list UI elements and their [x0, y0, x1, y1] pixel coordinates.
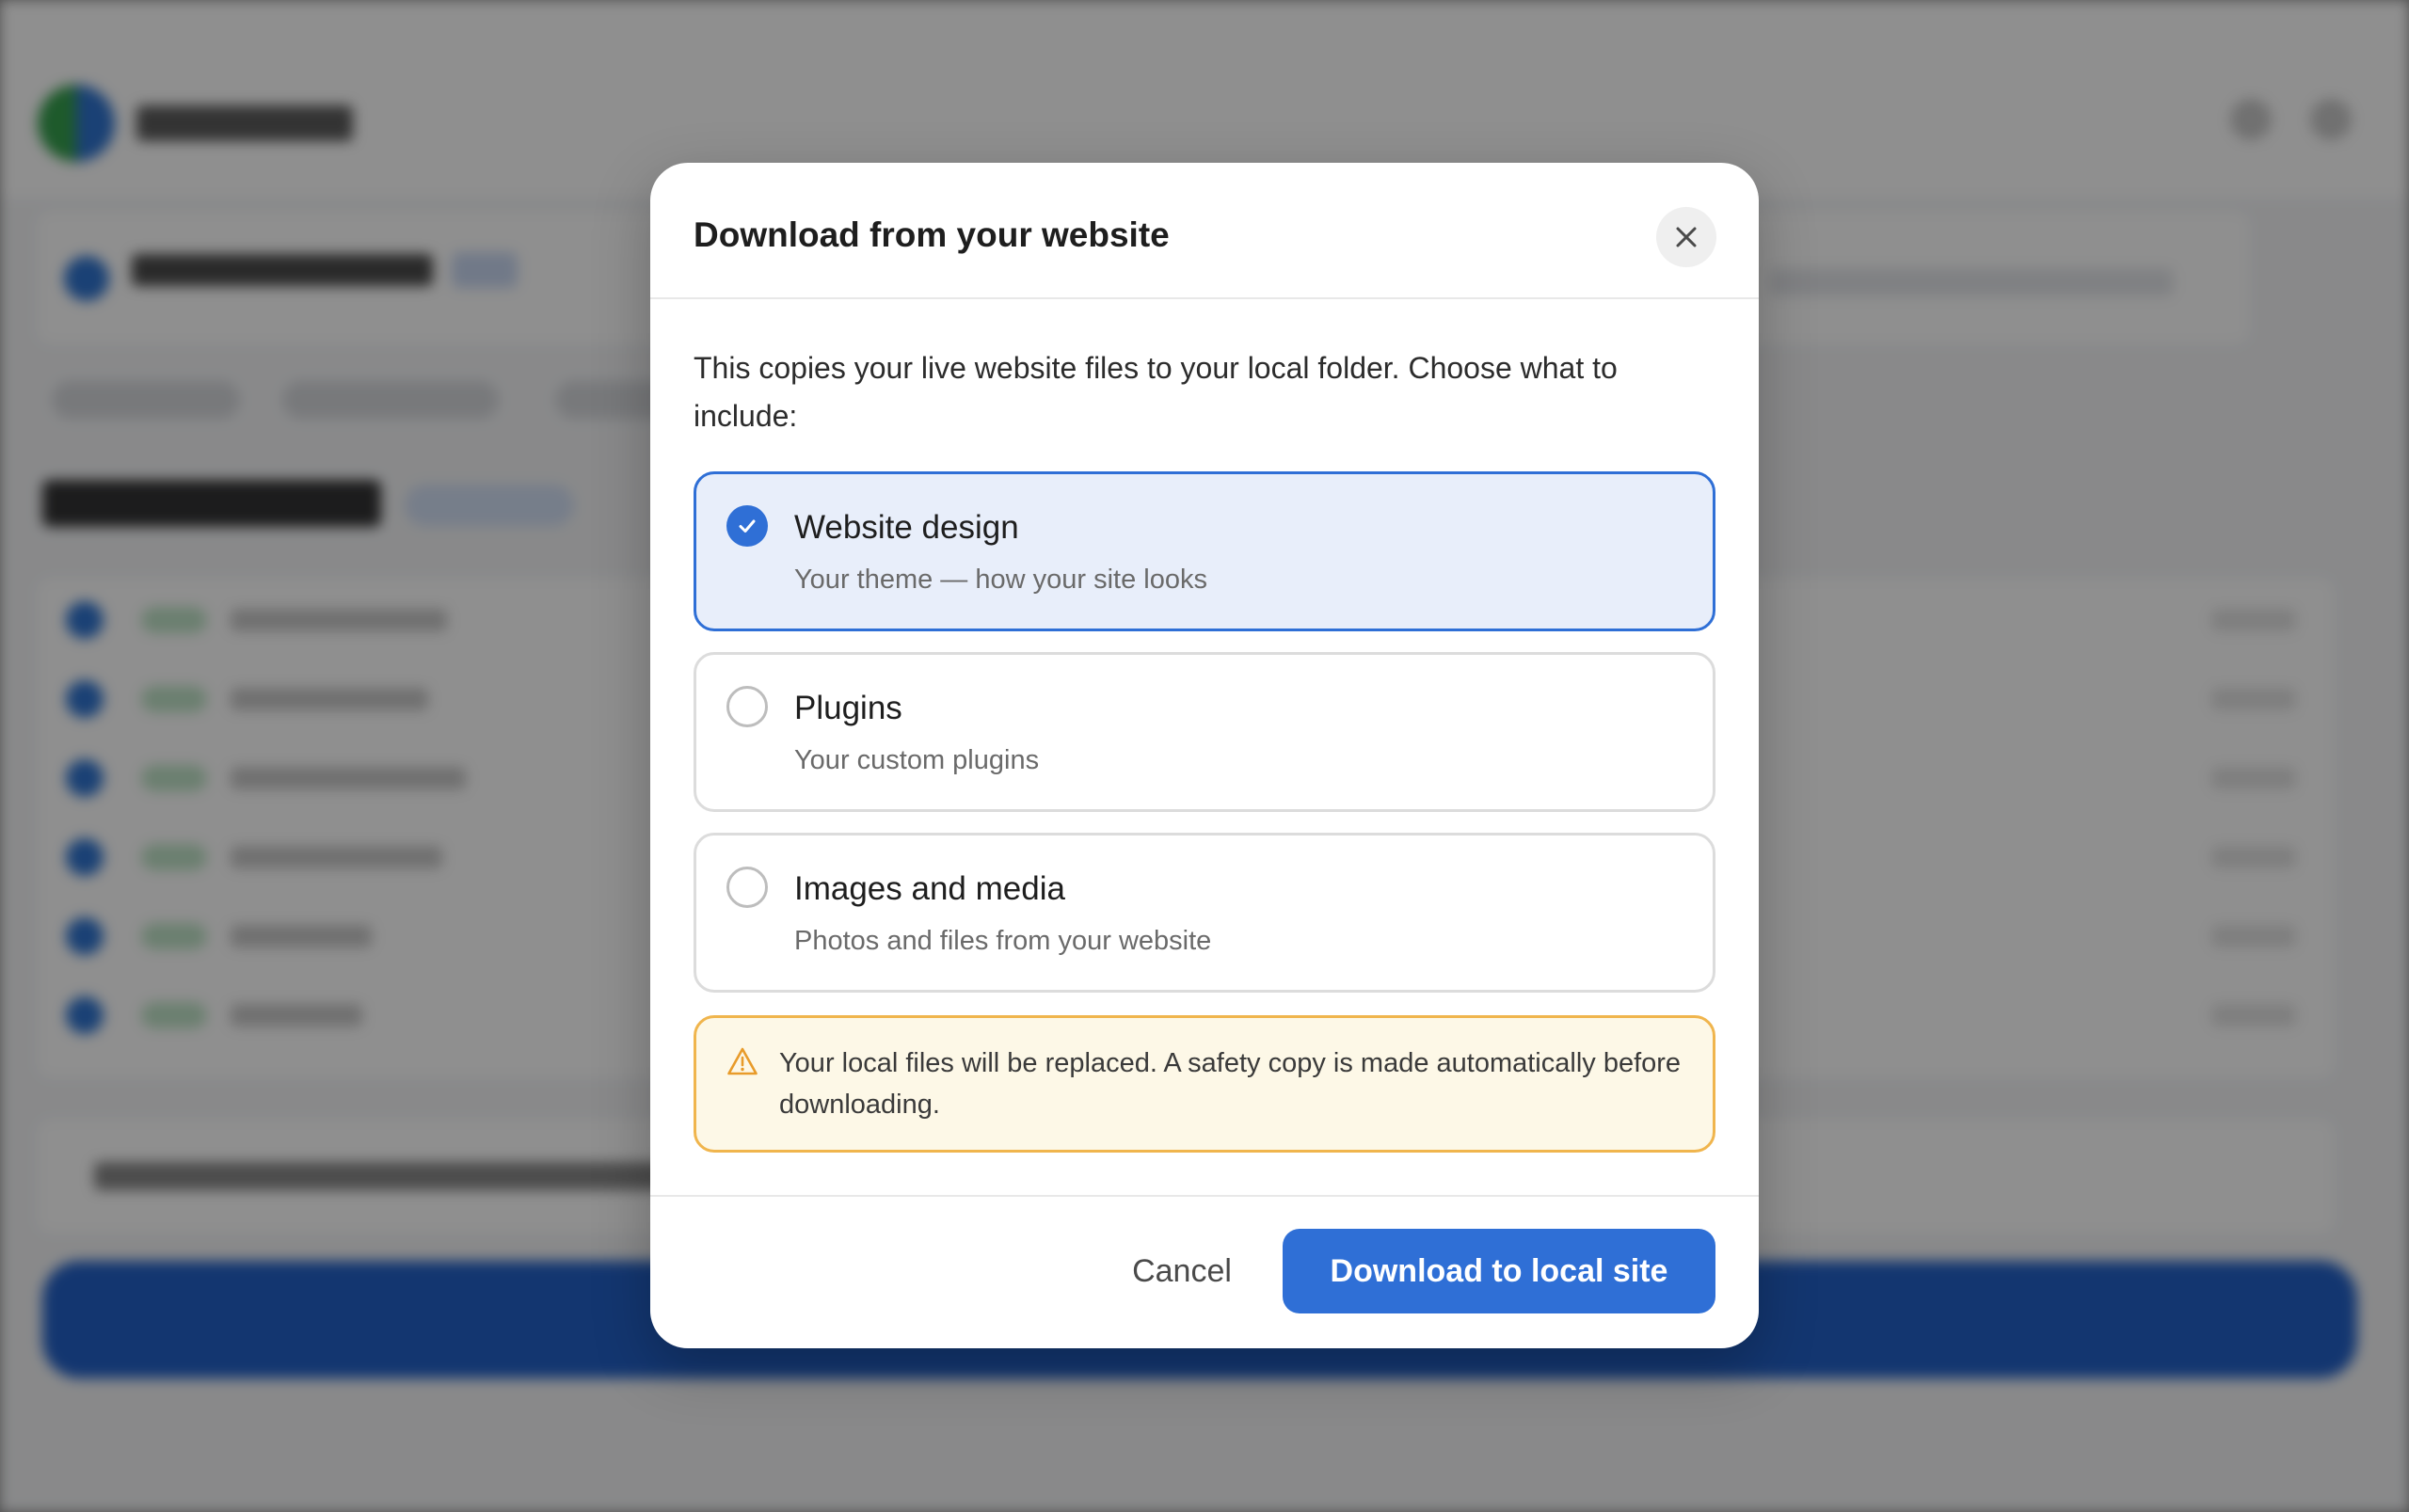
dialog-footer: Cancel Download to local site [650, 1195, 1759, 1348]
option-subtitle: Your custom plugins [794, 745, 1040, 775]
option-radio-unchecked[interactable] [726, 686, 768, 727]
warning-text: Your local files will be replaced. A saf… [779, 1048, 1682, 1120]
download-to-local-site-button[interactable]: Download to local site [1283, 1229, 1715, 1313]
dialog-header: Download from your website [650, 163, 1759, 299]
warning-callout: Your local files will be replaced. A saf… [694, 1015, 1715, 1153]
option-title: Plugins [794, 690, 902, 726]
option-radio-unchecked[interactable] [726, 867, 768, 908]
option-title: Images and media [794, 870, 1065, 907]
option-subtitle: Photos and files from your website [794, 926, 1212, 956]
close-icon [1676, 227, 1697, 247]
warning-triangle-icon [727, 1047, 758, 1075]
cancel-button[interactable]: Cancel [1093, 1229, 1271, 1313]
option-subtitle: Your theme — how your site looks [794, 565, 1207, 595]
dialog-title: Download from your website [694, 215, 1170, 254]
option-plugins[interactable]: Plugins Your custom plugins [694, 652, 1715, 812]
download-dialog: Download from your website This copies y… [650, 163, 1759, 1348]
option-website-design[interactable]: Website design Your theme — how your sit… [694, 471, 1715, 631]
option-images-and-media[interactable]: Images and media Photos and files from y… [694, 833, 1715, 993]
checkmark-icon [739, 519, 756, 533]
option-radio-checked[interactable] [726, 505, 768, 547]
option-title: Website design [794, 509, 1019, 546]
close-button[interactable] [1656, 207, 1716, 267]
dialog-description: This copies your live website files to y… [694, 351, 1618, 433]
